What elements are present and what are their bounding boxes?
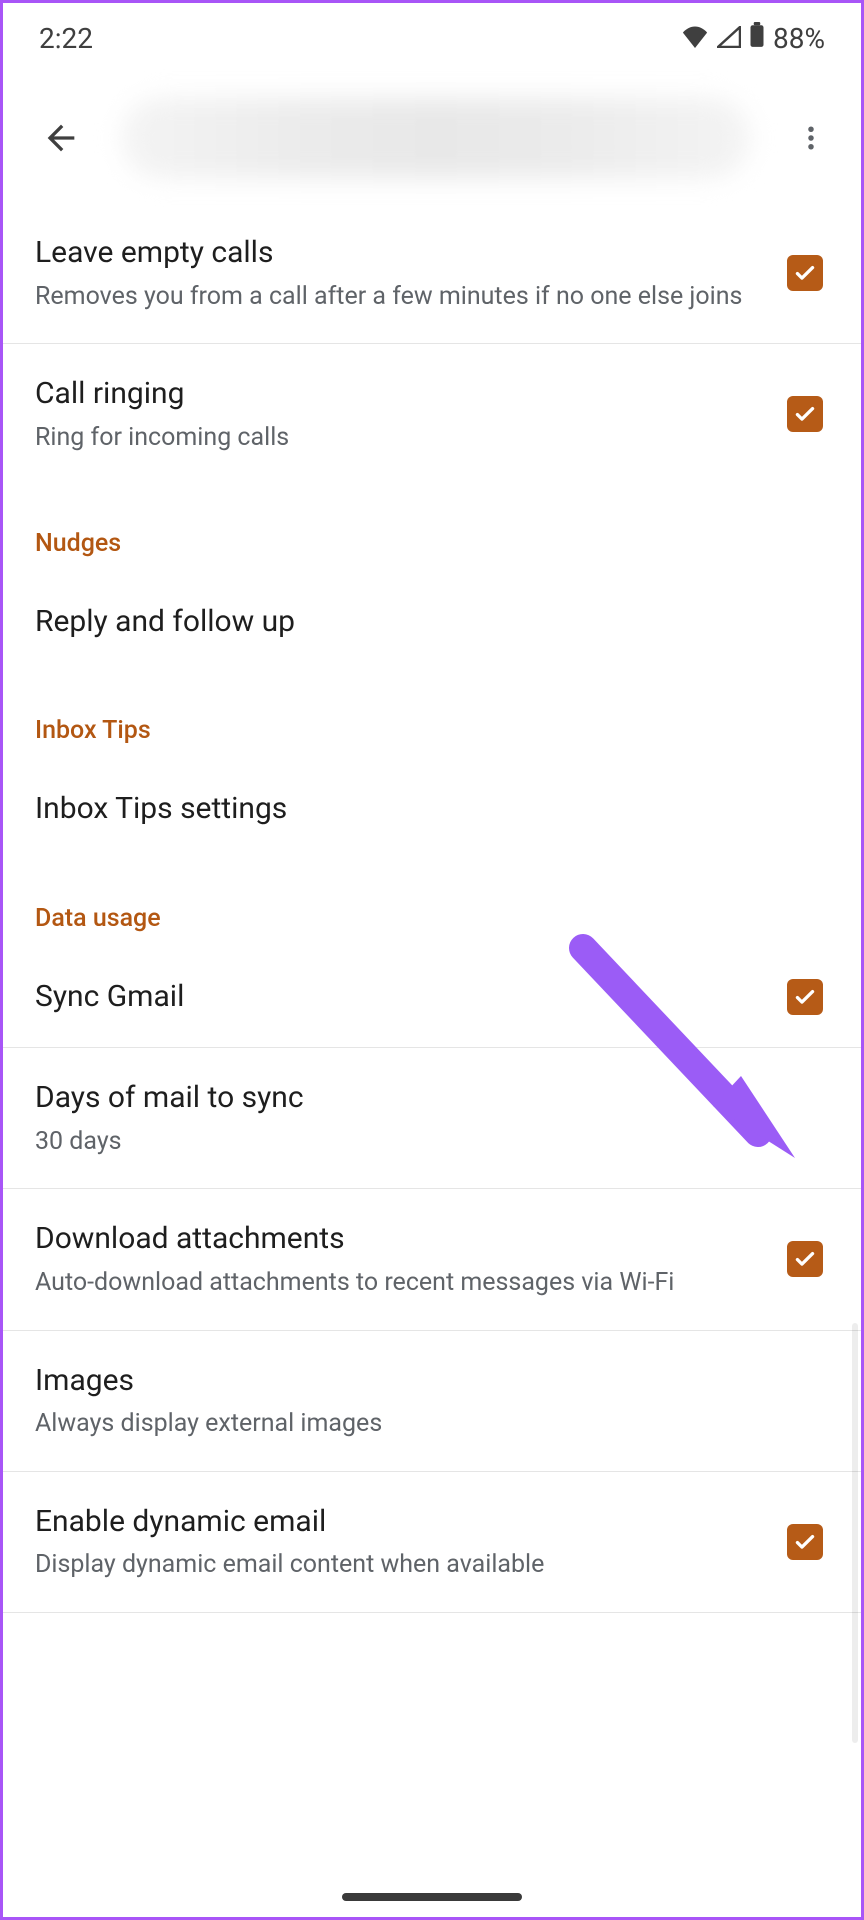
setting-download-attachments[interactable]: Download attachments Auto-download attac…	[3, 1189, 861, 1330]
battery-icon	[749, 22, 765, 55]
setting-inbox-tips-settings[interactable]: Inbox Tips settings	[3, 759, 861, 860]
setting-enable-dynamic-email[interactable]: Enable dynamic email Display dynamic ema…	[3, 1472, 861, 1613]
setting-subtitle: Display dynamic email content when avail…	[35, 1548, 763, 1582]
status-icons: 88%	[681, 22, 825, 55]
check-icon	[792, 1246, 818, 1272]
more-vert-icon	[796, 123, 826, 153]
app-bar	[3, 73, 861, 203]
setting-subtitle: 30 days	[35, 1125, 829, 1159]
setting-title: Reply and follow up	[35, 602, 829, 643]
checkbox-leave-empty-calls[interactable]	[787, 255, 823, 291]
setting-sync-gmail[interactable]: Sync Gmail	[3, 947, 861, 1049]
check-icon	[792, 1529, 818, 1555]
status-time: 2:22	[39, 22, 93, 55]
setting-title: Sync Gmail	[35, 977, 763, 1018]
scrollbar[interactable]	[852, 1323, 858, 1743]
nav-handle[interactable]	[342, 1893, 522, 1901]
checkbox-call-ringing[interactable]	[787, 396, 823, 432]
setting-title: Inbox Tips settings	[35, 789, 829, 830]
status-bar: 2:22 88%	[3, 3, 861, 73]
setting-subtitle: Always display external images	[35, 1407, 829, 1441]
check-icon	[792, 984, 818, 1010]
setting-subtitle: Removes you from a call after a few minu…	[35, 280, 763, 314]
setting-title: Leave empty calls	[35, 233, 763, 274]
checkbox-enable-dynamic-email[interactable]	[787, 1524, 823, 1560]
setting-title: Call ringing	[35, 374, 763, 415]
setting-images[interactable]: Images Always display external images	[3, 1331, 861, 1472]
setting-title: Images	[35, 1361, 829, 1402]
checkbox-download-attachments[interactable]	[787, 1241, 823, 1277]
section-header-nudges: Nudges	[3, 485, 861, 572]
signal-icon	[717, 22, 741, 55]
setting-title: Enable dynamic email	[35, 1502, 763, 1543]
settings-list: Leave empty calls Removes you from a cal…	[3, 203, 861, 1613]
setting-call-ringing[interactable]: Call ringing Ring for incoming calls	[3, 344, 861, 484]
setting-leave-empty-calls[interactable]: Leave empty calls Removes you from a cal…	[3, 203, 861, 344]
setting-subtitle: Auto-download attachments to recent mess…	[35, 1266, 763, 1300]
check-icon	[792, 260, 818, 286]
back-button[interactable]	[31, 108, 91, 168]
setting-subtitle: Ring for incoming calls	[35, 421, 763, 455]
setting-title: Days of mail to sync	[35, 1078, 829, 1119]
checkbox-sync-gmail[interactable]	[787, 979, 823, 1015]
wifi-icon	[681, 22, 709, 55]
page-title-redacted	[121, 98, 751, 178]
setting-days-of-mail-to-sync[interactable]: Days of mail to sync 30 days	[3, 1048, 861, 1189]
setting-reply-follow-up[interactable]: Reply and follow up	[3, 572, 861, 673]
more-options-button[interactable]	[781, 108, 841, 168]
section-header-inbox-tips: Inbox Tips	[3, 672, 861, 759]
battery-percent: 88%	[773, 22, 825, 55]
arrow-back-icon	[41, 118, 81, 158]
check-icon	[792, 401, 818, 427]
section-header-data-usage: Data usage	[3, 860, 861, 947]
setting-title: Download attachments	[35, 1219, 763, 1260]
